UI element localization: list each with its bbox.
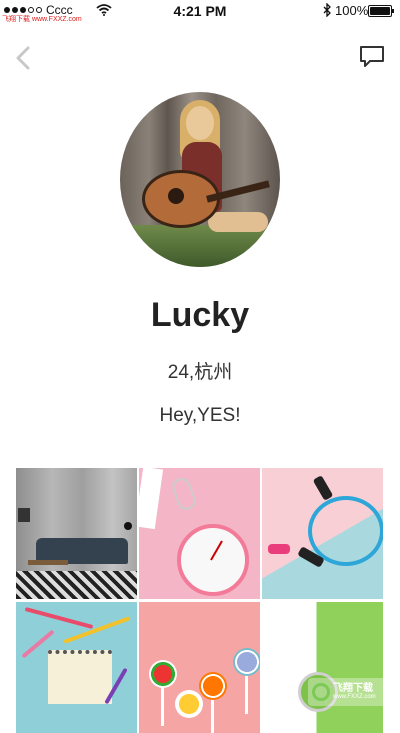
battery-icon bbox=[368, 5, 394, 17]
photo-green[interactable] bbox=[262, 602, 383, 733]
watermark-logo: 飞翔下载 www.FXXZ.com bbox=[308, 678, 388, 706]
bluetooth-icon bbox=[323, 3, 331, 17]
photo-lollipops[interactable] bbox=[139, 602, 260, 733]
watermark-site: www.FXXZ.com bbox=[333, 694, 376, 700]
photo-grid bbox=[16, 468, 384, 733]
chevron-left-icon bbox=[16, 46, 30, 70]
chat-bubble-icon bbox=[360, 46, 384, 67]
profile-bio: Hey,YES! bbox=[159, 405, 241, 426]
message-button[interactable] bbox=[358, 44, 386, 70]
photo-living-room[interactable] bbox=[16, 468, 137, 599]
photo-clock[interactable] bbox=[139, 468, 260, 599]
photo-notebook[interactable] bbox=[16, 602, 137, 733]
photo-jump-rope[interactable] bbox=[262, 468, 383, 599]
profile-age-city: 24,杭州 bbox=[167, 362, 233, 383]
profile-name: Lucky bbox=[150, 296, 250, 334]
status-bar: Cccc 飞翔下载 www.FXXZ.com 4:21 PM 100% bbox=[0, 0, 400, 23]
avatar[interactable] bbox=[120, 92, 280, 267]
watermark-circle-icon bbox=[312, 683, 330, 701]
back-button[interactable] bbox=[10, 44, 38, 72]
watermark-title: 飞翔下载 bbox=[333, 683, 373, 694]
battery-percent: 100% bbox=[335, 3, 369, 18]
